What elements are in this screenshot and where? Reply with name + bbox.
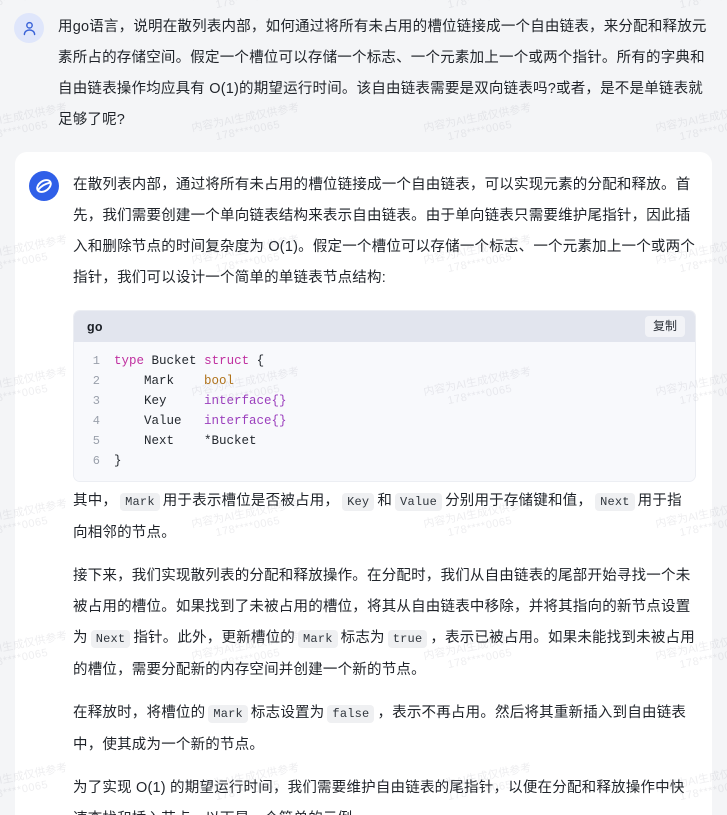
assistant-logo-icon [36,179,52,193]
inline-code: Mark [298,630,338,648]
assistant-paragraph-4: 在释放时，将槽位的 Mark 标志设置为 false ，表示不再占用。然后将其重新插入到… [73,705,687,753]
code-line-number: 4 [92,414,100,428]
inline-code: Key [342,493,375,511]
code-line-number: 3 [92,394,100,408]
code-line-number: 6 [92,454,100,468]
code-language-label: go [87,319,103,334]
inline-code: Next [595,493,635,511]
code-line: 4 Value interface{} [74,411,695,431]
assistant-paragraph-3: 接下来，我们实现散列表的分配和释放操作。在分配时，我们从自由链表的尾部开始寻找一… [73,568,695,678]
inline-code: Next [90,630,131,648]
code-block-1-header: go 复制 [74,311,695,342]
user-message-text: 用go语言，说明在散列表内部，如何通过将所有未占用的槽位链接成一个自由链表，来分… [58,19,707,128]
assistant-paragraph-2: 其中， Mark 用于表示槽位是否被占用， Key 和 Value 分别用于存储键和值， Ne… [73,493,682,541]
code-block-1: go 复制 1 type Bucket struct {2 Mark bool 3 … [73,310,696,482]
code-line-content: type Bucket struct { [114,354,265,368]
copy-code-button-1[interactable]: 复制 [644,315,685,338]
code-line-content: Next *Bucket [144,434,257,448]
code-line-content: Mark bool [144,374,235,388]
assistant-message: 在散列表内部，通过将所有未占用的槽位链接成一个自由链表，可以实现元素的分配和释放… [15,152,712,815]
code-line: 5 Next *Bucket [74,431,695,451]
code-line-content: } [114,454,122,468]
code-line-content: Key interface{} [144,394,287,408]
code-line-number: 2 [92,374,100,388]
inline-code: Mark [120,493,160,511]
code-block-1-body: 1 type Bucket struct {2 Mark bool 3 Key in… [74,342,695,481]
conversation-thread: 用go语言，说明在散列表内部，如何通过将所有未占用的槽位链接成一个自由链表，来分… [0,0,727,815]
code-line: 2 Mark bool [74,371,695,391]
code-line-number: 5 [92,434,100,448]
code-line: 3 Key interface{} [74,391,695,411]
inline-code: Value [395,493,443,511]
user-avatar [14,13,44,43]
inline-code: false [327,705,375,723]
user-message: 用go语言，说明在散列表内部，如何通过将所有未占用的槽位链接成一个自由链表，来分… [0,0,727,152]
code-line: 6} [74,451,695,471]
user-message-body: 用go语言，说明在散列表内部，如何通过将所有未占用的槽位链接成一个自由链表，来分… [44,12,713,136]
inline-code: true [387,630,428,648]
assistant-message-body: 在散列表内部，通过将所有未占用的槽位链接成一个自由链表，可以实现元素的分配和释放… [59,170,696,815]
code-line: 1 type Bucket struct { [74,351,695,371]
code-line-number: 1 [92,354,100,368]
inline-code: Mark [208,705,248,723]
user-person-icon [23,21,35,35]
assistant-paragraph-5: 为了实现 O(1) 的期望运行时间，我们需要维护自由链表的尾指针，以便在分配和释… [73,780,685,815]
assistant-avatar [29,171,59,201]
code-line-content: Value interface{} [144,414,287,428]
assistant-paragraph-1: 在散列表内部，通过将所有未占用的槽位链接成一个自由链表，可以实现元素的分配和释放… [73,177,696,286]
